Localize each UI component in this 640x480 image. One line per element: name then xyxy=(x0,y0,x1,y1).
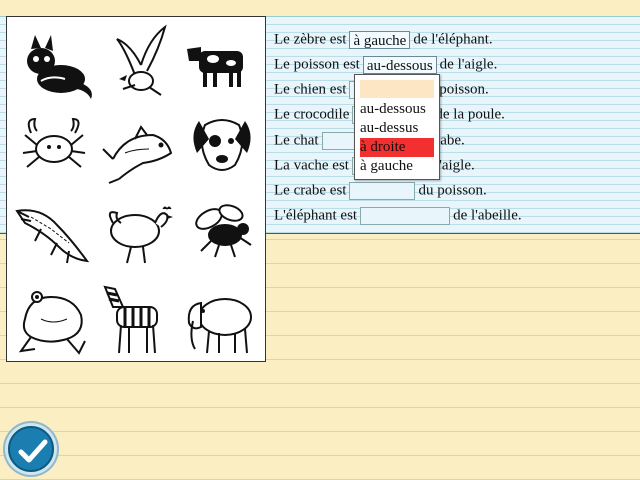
dropdown-option[interactable]: à gauche xyxy=(360,157,434,176)
sentence-text: l'aigle. xyxy=(434,157,475,174)
answer-field[interactable]: au-dessous xyxy=(362,55,437,74)
answer-field[interactable]: à gauche xyxy=(349,30,411,49)
validate-button[interactable] xyxy=(3,421,59,477)
sentence-text: Le poisson est xyxy=(274,56,360,73)
sentence-text: de l'abeille. xyxy=(453,207,522,224)
dropdown-blank-option[interactable] xyxy=(360,80,434,98)
answer-field[interactable] xyxy=(349,181,416,200)
sentence-text: L'éléphant est xyxy=(274,207,358,224)
sentence-text: Le chat xyxy=(274,132,319,149)
sentence-text: de l'aigle. xyxy=(439,56,498,73)
cat-icon xyxy=(11,21,97,107)
sentence-text: Le chien est xyxy=(274,81,347,98)
answer-field[interactable] xyxy=(360,206,451,225)
dropdown-option[interactable]: au-dessus xyxy=(360,119,434,138)
elephant-icon xyxy=(179,275,265,361)
sentence-text: La vache est xyxy=(274,157,349,174)
frog-icon xyxy=(11,275,97,361)
cow-icon xyxy=(179,21,265,107)
dropdown-option-selected[interactable]: à droite xyxy=(360,138,434,157)
sentence-1: Le zèbre est à gauche de l'éléphant. xyxy=(274,29,493,51)
animal-image-panel xyxy=(6,16,266,362)
hen-icon xyxy=(95,189,181,275)
crab-icon xyxy=(11,105,97,191)
top-strip xyxy=(0,0,640,16)
answer-dropdown[interactable]: au-dessous au-dessus à droite à gauche xyxy=(354,74,440,180)
zebra-icon xyxy=(95,275,181,361)
crocodile-icon xyxy=(11,189,97,275)
sentence-text: Le crabe est xyxy=(274,182,347,199)
sentence-text: de l'éléphant. xyxy=(413,31,493,48)
dropdown-option[interactable]: au-dessous xyxy=(360,100,434,119)
sentence-2: Le poisson est au-dessous de l'aigle. xyxy=(274,54,497,76)
checkmark-icon xyxy=(18,439,48,463)
eagle-icon xyxy=(95,19,181,105)
validate-button-face[interactable] xyxy=(8,426,54,472)
sentence-text: Le crocodile xyxy=(274,106,350,123)
fish-icon xyxy=(95,105,181,191)
sentence-text: Le zèbre est xyxy=(274,31,347,48)
bee-icon xyxy=(179,189,265,275)
sentence-text: du poisson. xyxy=(418,182,487,199)
dog-icon xyxy=(179,105,265,191)
sentence-7: Le crabe est du poisson. xyxy=(274,180,487,202)
sentence-text: de la poule. xyxy=(435,106,505,123)
sentence-8: L'éléphant est de l'abeille. xyxy=(274,205,522,227)
